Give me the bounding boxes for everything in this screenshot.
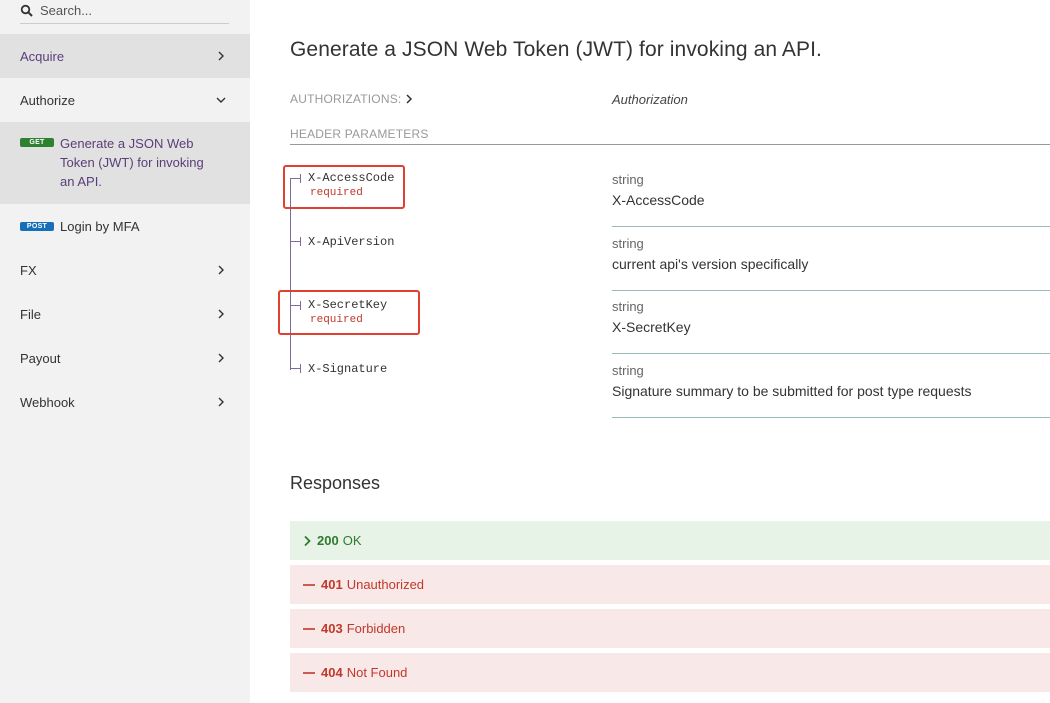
param-description: string current api's version specificall…: [612, 236, 1050, 291]
sidebar-item-webhook[interactable]: Webhook: [0, 380, 250, 424]
param-name: X-ApiVersion: [290, 235, 394, 249]
response-text: OK: [342, 533, 362, 548]
param-type: string: [612, 172, 644, 187]
dash-icon: [303, 627, 315, 630]
response-text: Not Found: [346, 665, 408, 680]
sidebar-item-label: FX: [20, 262, 37, 278]
sidebar: Acquire Authorize GET Generate a JSON We…: [0, 0, 250, 703]
response-404[interactable]: 404 Not Found: [290, 653, 1050, 692]
response-code: 404: [321, 665, 343, 680]
sidebar-subitem-label: Generate a JSON Web Token (JWT) for invo…: [60, 136, 204, 189]
dash-icon: [303, 583, 315, 586]
sidebar-item-label: Authorize: [20, 92, 75, 108]
authorizations-value: Authorization: [612, 92, 688, 107]
response-text: Forbidden: [346, 621, 406, 636]
sidebar-item-label: Payout: [20, 350, 61, 366]
get-method-badge: GET: [20, 138, 54, 147]
response-text: Unauthorized: [346, 577, 425, 592]
sidebar-item-label: Acquire: [20, 48, 65, 64]
sidebar-subitem-login-mfa[interactable]: POST Login by MFA: [0, 204, 250, 248]
response-code: 200: [317, 533, 339, 548]
sidebar-subitem-label: Login by MFA: [60, 218, 140, 234]
sidebar-item-fx[interactable]: FX: [0, 248, 250, 292]
chevron-down-icon: [216, 97, 226, 103]
highlight-box: [278, 290, 420, 335]
search-bar: [0, 0, 250, 34]
main-content: Generate a JSON Web Token (JWT) for invo…: [250, 0, 1050, 703]
param-row: X-ApiVersion string current api's versio…: [290, 227, 1050, 291]
divider: [290, 144, 1050, 145]
param-text: X-SecretKey: [612, 319, 691, 335]
chevron-right-icon: [218, 265, 224, 275]
chevron-right-icon: [218, 397, 224, 407]
chevron-right-icon: [406, 94, 413, 104]
response-code: 401: [321, 577, 343, 592]
sidebar-item-payout[interactable]: Payout: [0, 336, 250, 380]
param-description: string X-AccessCode: [612, 172, 1050, 227]
response-401[interactable]: 401 Unauthorized: [290, 565, 1050, 604]
response-200[interactable]: 200 OK: [290, 521, 1050, 560]
chevron-right-icon: [218, 309, 224, 319]
param-type: string: [612, 299, 644, 314]
param-row: X-Signature string Signature summary to …: [290, 354, 1050, 418]
param-description: string Signature summary to be submitted…: [612, 363, 1050, 418]
dash-icon: [303, 671, 315, 674]
param-type: string: [612, 235, 644, 251]
chevron-right-icon: [303, 535, 311, 547]
response-403[interactable]: 403 Forbidden: [290, 609, 1050, 648]
chevron-right-icon: [218, 51, 224, 61]
responses-title: Responses: [290, 473, 381, 493]
sidebar-item-label: Webhook: [20, 394, 75, 410]
param-text: X-AccessCode: [612, 192, 705, 208]
sidebar-subitem-generate-jwt[interactable]: GET Generate a JSON Web Token (JWT) for …: [0, 122, 250, 204]
authorizations-row: AUTHORIZATIONS: Authorization: [290, 92, 1050, 108]
highlight-box: [283, 165, 405, 209]
param-name: X-Signature: [290, 362, 387, 376]
sidebar-item-file[interactable]: File: [0, 292, 250, 336]
app: Acquire Authorize GET Generate a JSON We…: [0, 0, 1050, 703]
chevron-right-icon: [218, 353, 224, 363]
sidebar-item-authorize[interactable]: Authorize: [0, 78, 250, 122]
param-text: Signature summary to be submitted for po…: [612, 382, 972, 399]
param-description: string X-SecretKey: [612, 299, 1050, 354]
search-icon: [20, 4, 33, 17]
page-title: Generate a JSON Web Token (JWT) for invo…: [290, 38, 822, 61]
post-method-badge: POST: [20, 221, 54, 231]
sidebar-item-label: File: [20, 306, 41, 322]
header-parameters-label: HEADER PARAMETERS: [290, 127, 429, 141]
response-code: 403: [321, 621, 343, 636]
sidebar-item-acquire[interactable]: Acquire: [0, 34, 250, 78]
param-type: string: [612, 362, 644, 378]
authorizations-label: AUTHORIZATIONS:: [290, 92, 402, 106]
search-input[interactable]: [40, 3, 220, 18]
param-text: current api's version specifically: [612, 255, 809, 272]
header-parameters-list: X-AccessCode required string X-AccessCod…: [278, 163, 1050, 418]
